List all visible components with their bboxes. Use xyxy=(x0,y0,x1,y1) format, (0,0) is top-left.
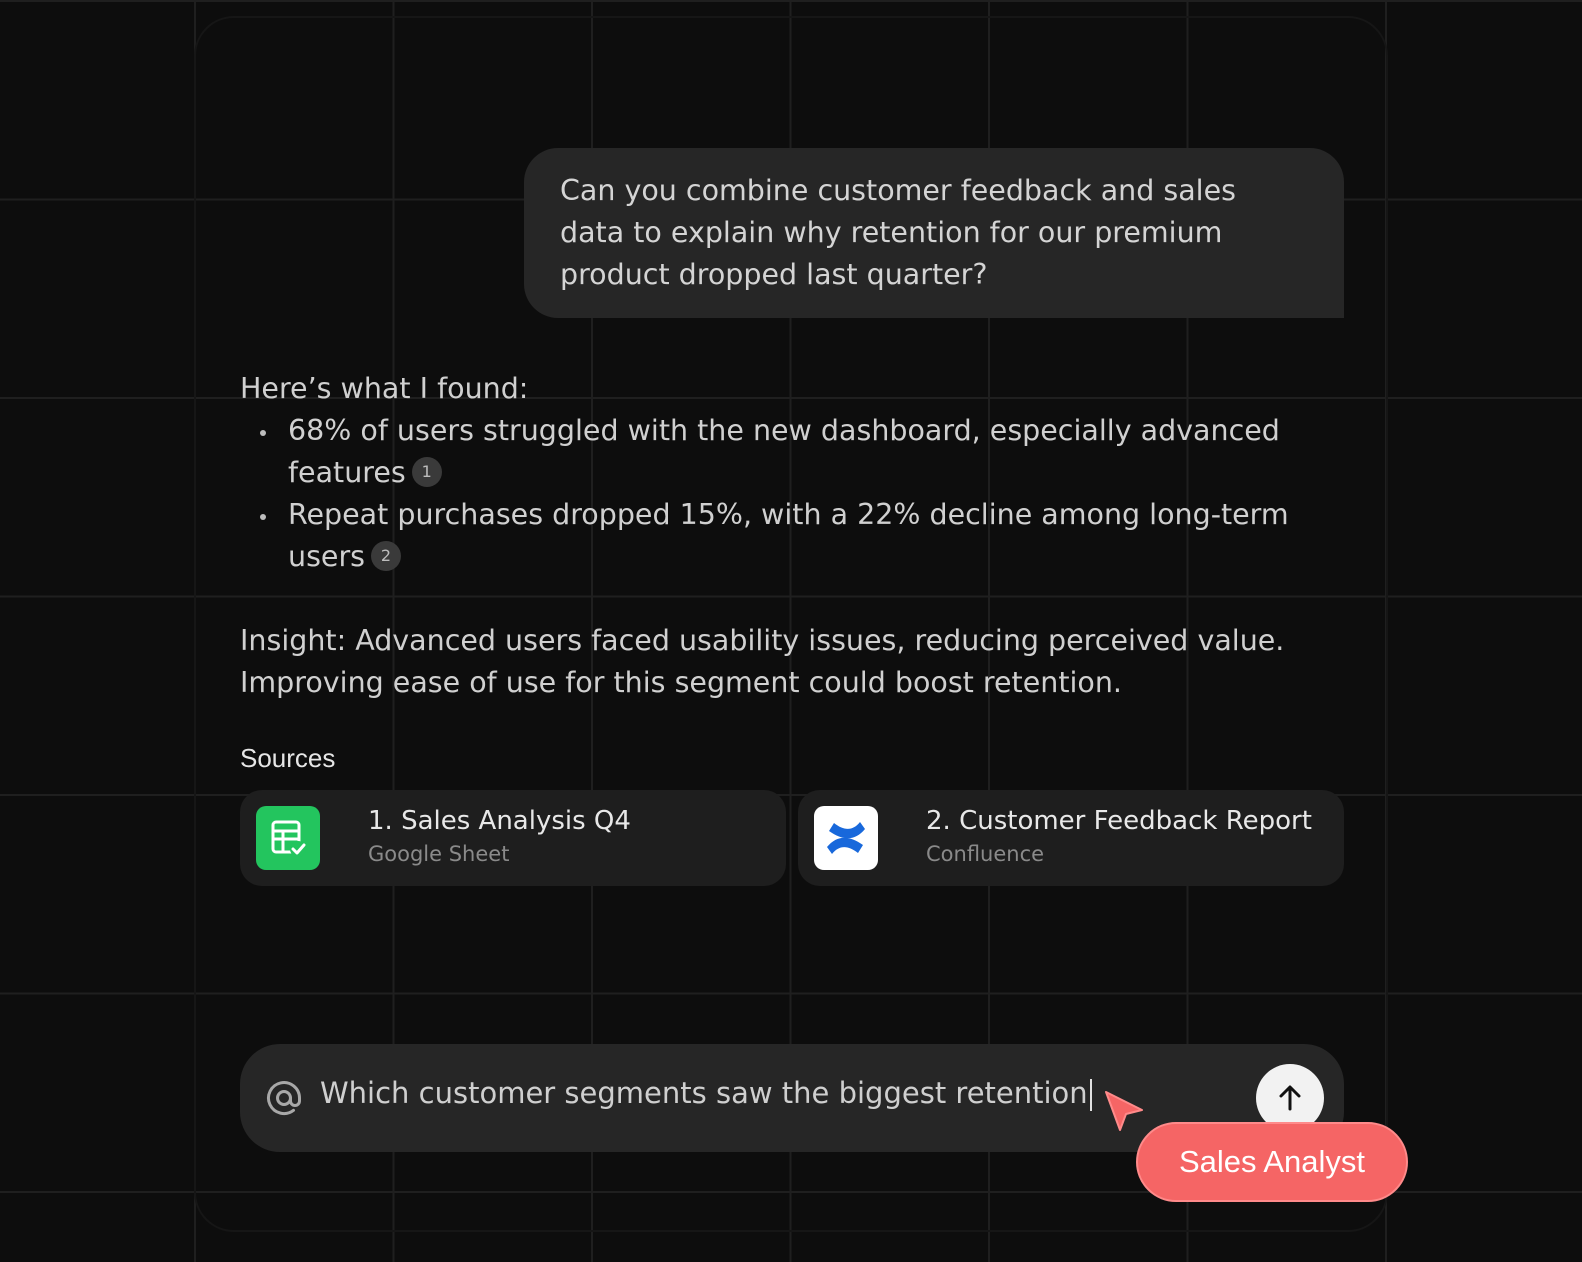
insight-text: Insight: Advanced users faced usability … xyxy=(240,624,1285,699)
citation-badge[interactable]: 1 xyxy=(411,457,442,487)
user-message-bubble: Can you combine customer feedback and sa… xyxy=(524,148,1344,318)
answer-bullet: 68% of users struggled with the new dash… xyxy=(260,410,1350,494)
answer-intro: Here’s what I found: xyxy=(240,372,529,405)
assistant-answer: Here’s what I found: 68% of users strugg… xyxy=(240,368,1350,578)
user-message-text: Can you combine customer feedback and sa… xyxy=(560,174,1236,291)
arrow-up-icon xyxy=(1279,1085,1301,1111)
source-subtitle: Confluence xyxy=(926,842,1045,866)
source-card-customer-feedback[interactable]: 2. Customer Feedback Report Confluence xyxy=(798,790,1344,886)
composer-input-value: Which customer segments saw the biggest … xyxy=(320,1076,1088,1110)
at-icon[interactable] xyxy=(264,1078,304,1118)
composer-input[interactable]: Which customer segments saw the biggest … xyxy=(320,1076,1092,1111)
source-card-sales-analysis[interactable]: 1. Sales Analysis Q4 Google Sheet xyxy=(240,790,786,886)
app-canvas: Can you combine customer feedback and sa… xyxy=(0,0,1582,1262)
confluence-icon xyxy=(814,806,878,870)
text-caret xyxy=(1089,1079,1092,1111)
google-sheets-icon xyxy=(256,806,320,870)
citation-badge[interactable]: 2 xyxy=(371,541,402,571)
collaborator-badge: Sales Analyst xyxy=(1136,1122,1408,1202)
answer-bullet: Repeat purchases dropped 15%, with a 22%… xyxy=(260,494,1350,578)
source-subtitle: Google Sheet xyxy=(368,842,510,866)
source-title: 1. Sales Analysis Q4 xyxy=(368,806,631,836)
source-title: 2. Customer Feedback Report xyxy=(926,806,1312,836)
answer-bullet-text: Repeat purchases dropped 15%, with a 22%… xyxy=(288,498,1289,573)
sources-heading: Sources xyxy=(240,743,336,773)
pointer-cursor-icon xyxy=(1102,1088,1148,1134)
answer-bullet-list: 68% of users struggled with the new dash… xyxy=(240,410,1350,578)
